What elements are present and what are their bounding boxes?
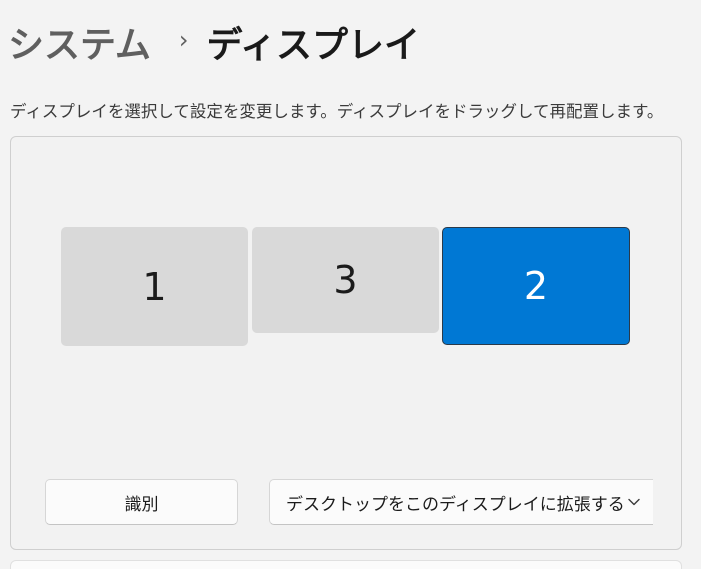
display-3-number: 3	[333, 258, 358, 302]
breadcrumb-system[interactable]: システム	[8, 16, 151, 68]
display-settings-page: システム › ディスプレイ ディスプレイを選択して設定を変更します。ディスプレイ…	[0, 0, 701, 569]
multi-display-mode-value: デスクトップをこのディスプレイに拡張する	[286, 494, 625, 515]
display-2-tile[interactable]: 2	[442, 227, 630, 345]
arrangement-description: ディスプレイを選択して設定を変更します。ディスプレイをドラッグして再配置します。	[10, 102, 664, 121]
page-title: ディスプレイ	[206, 25, 421, 66]
display-3-tile[interactable]: 3	[252, 227, 439, 333]
next-settings-card	[10, 560, 682, 569]
chevron-down-icon	[628, 498, 640, 506]
display-1-tile[interactable]: 1	[61, 227, 248, 346]
identify-button[interactable]: 識別	[45, 479, 238, 525]
breadcrumb: システム › ディスプレイ	[8, 14, 420, 70]
display-1-number: 1	[142, 264, 167, 309]
display-arrangement-panel: 1 3 2 識別 デスクトップをこのディスプレイに拡張する	[10, 136, 682, 550]
display-2-number: 2	[523, 264, 549, 308]
identify-button-label: 識別	[124, 494, 159, 515]
breadcrumb-separator-icon: ›	[178, 26, 189, 54]
multi-display-mode-dropdown[interactable]: デスクトップをこのディスプレイに拡張する	[269, 479, 653, 525]
